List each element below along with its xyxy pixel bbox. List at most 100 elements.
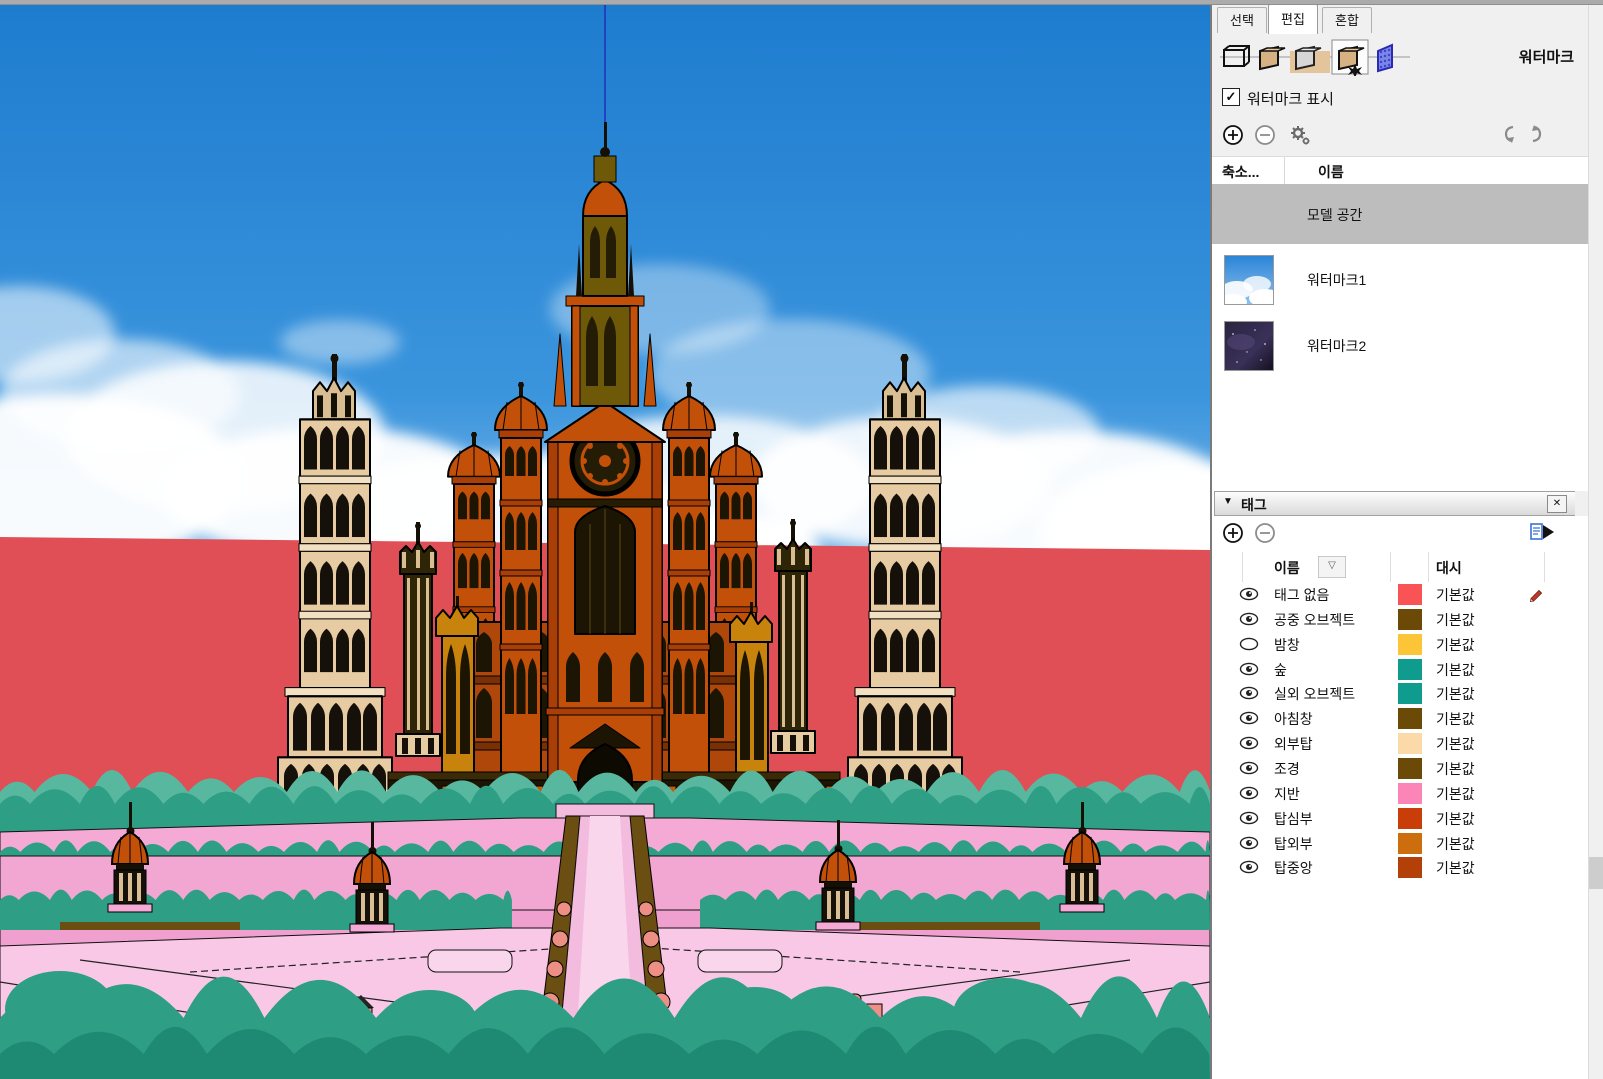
tag-name[interactable]: 아침창 bbox=[1274, 709, 1313, 729]
move-watermark-down-icon[interactable] bbox=[1502, 124, 1518, 144]
eye-visible-icon[interactable] bbox=[1239, 736, 1259, 753]
watermark-settings-gear-icon[interactable] bbox=[1288, 124, 1312, 148]
tag-name[interactable]: 밤창 bbox=[1274, 635, 1300, 655]
panel-scrollbar[interactable] bbox=[1588, 4, 1603, 1079]
tag-dash-value[interactable]: 기본값 bbox=[1436, 684, 1475, 704]
tab-mix[interactable]: 혼합 bbox=[1322, 7, 1372, 33]
eye-visible-icon[interactable] bbox=[1239, 711, 1259, 728]
eye-visible-icon[interactable] bbox=[1239, 860, 1259, 877]
tag-dash-value[interactable]: 기본값 bbox=[1436, 660, 1475, 680]
tag-dash-value[interactable]: 기본값 bbox=[1436, 858, 1475, 878]
tag-dash-value[interactable]: 기본값 bbox=[1436, 834, 1475, 854]
tag-color-swatch[interactable] bbox=[1398, 634, 1422, 655]
tags-panel-header[interactable]: ▼ 태그 ✕ bbox=[1214, 491, 1577, 516]
watermark2-thumbnail[interactable] bbox=[1224, 321, 1274, 371]
tag-color-swatch[interactable] bbox=[1398, 833, 1422, 854]
modeling-settings-icon[interactable] bbox=[1378, 45, 1392, 71]
face-settings-icon[interactable] bbox=[1260, 47, 1285, 69]
tag-dash-value[interactable]: 기본값 bbox=[1436, 585, 1475, 605]
tag-name[interactable]: 탑심부 bbox=[1274, 809, 1313, 829]
eye-visible-icon[interactable] bbox=[1239, 686, 1259, 703]
scrollbar-thumb[interactable] bbox=[1589, 857, 1603, 889]
eye-visible-icon[interactable] bbox=[1239, 587, 1259, 604]
eye-visible-icon[interactable] bbox=[1239, 761, 1259, 778]
pencil-edit-icon[interactable] bbox=[1528, 585, 1545, 605]
tag-row[interactable]: 아침창 기본값 bbox=[1212, 706, 1588, 731]
tag-row[interactable]: 밤창 기본값 bbox=[1212, 632, 1588, 657]
tag-dash-value[interactable]: 기본값 bbox=[1436, 635, 1475, 655]
eye-hidden-icon[interactable] bbox=[1239, 637, 1259, 654]
tag-row[interactable]: 탑심부 기본값 bbox=[1212, 806, 1588, 831]
tag-details-icon[interactable] bbox=[1530, 522, 1556, 542]
tags-list-header: 이름 ▽ 대시 bbox=[1212, 552, 1588, 583]
add-tag-button[interactable] bbox=[1222, 522, 1244, 544]
watermark-row-2[interactable]: 워터마크2 bbox=[1212, 318, 1588, 382]
move-watermark-up-icon[interactable] bbox=[1528, 124, 1544, 144]
eye-visible-icon[interactable] bbox=[1239, 811, 1259, 828]
tag-color-swatch[interactable] bbox=[1398, 659, 1422, 680]
eye-visible-icon[interactable] bbox=[1239, 786, 1259, 803]
tag-color-swatch[interactable] bbox=[1398, 708, 1422, 729]
tag-name[interactable]: 탑중앙 bbox=[1274, 858, 1313, 878]
tag-name[interactable]: 조경 bbox=[1274, 759, 1300, 779]
watermark-row-1[interactable]: 워터마크1 bbox=[1212, 252, 1588, 316]
column-name[interactable]: 이름 bbox=[1318, 162, 1344, 182]
eye-visible-icon[interactable] bbox=[1239, 662, 1259, 679]
tag-row[interactable]: 외부탑 기본값 bbox=[1212, 731, 1588, 756]
terrain-model[interactable] bbox=[0, 770, 1210, 1079]
collapse-triangle-icon[interactable]: ▼ bbox=[1223, 496, 1233, 507]
name-filter-icon[interactable]: ▽ bbox=[1318, 556, 1346, 578]
watermark-settings-icon[interactable] bbox=[1332, 40, 1368, 76]
show-watermark-checkbox[interactable]: ✓ bbox=[1222, 88, 1240, 106]
tags-column-dash[interactable]: 대시 bbox=[1436, 558, 1462, 578]
sketchup-window: { "styles_panel": { "tabs": [ {"label": … bbox=[0, 0, 1603, 1079]
tag-name[interactable]: 실외 오브젝트 bbox=[1274, 684, 1355, 704]
tag-row[interactable]: 숲 기본값 bbox=[1212, 657, 1588, 682]
tag-name[interactable]: 탑외부 bbox=[1274, 834, 1313, 854]
tag-color-swatch[interactable] bbox=[1398, 584, 1422, 605]
style-edit-toolbar: 워터마크 bbox=[1212, 33, 1588, 80]
edge-settings-icon[interactable] bbox=[1224, 46, 1249, 66]
tag-row[interactable]: 실외 오브젝트 기본값 bbox=[1212, 681, 1588, 706]
model-space-row[interactable]: 모델 공간 bbox=[1212, 184, 1588, 244]
tag-dash-value[interactable]: 기본값 bbox=[1436, 809, 1475, 829]
tab-select[interactable]: 선택 bbox=[1217, 7, 1267, 33]
tab-edit[interactable]: 편집 bbox=[1268, 4, 1318, 34]
tag-dash-value[interactable]: 기본값 bbox=[1436, 734, 1475, 754]
tag-row[interactable]: 조경 기본값 bbox=[1212, 756, 1588, 781]
tag-color-swatch[interactable] bbox=[1398, 808, 1422, 829]
remove-tag-button[interactable] bbox=[1254, 522, 1276, 544]
tag-color-swatch[interactable] bbox=[1398, 783, 1422, 804]
tag-dash-value[interactable]: 기본값 bbox=[1436, 759, 1475, 779]
model-viewport[interactable] bbox=[0, 4, 1212, 1079]
tag-row[interactable]: 탑중앙 기본값 bbox=[1212, 855, 1588, 880]
tag-color-swatch[interactable] bbox=[1398, 733, 1422, 754]
tag-row[interactable]: 태그 없음 기본값 bbox=[1212, 582, 1588, 607]
tag-color-swatch[interactable] bbox=[1398, 758, 1422, 779]
tag-name[interactable]: 외부탑 bbox=[1274, 734, 1313, 754]
tag-dash-value[interactable]: 기본값 bbox=[1436, 709, 1475, 729]
watermark1-thumbnail[interactable] bbox=[1224, 255, 1274, 305]
tag-name[interactable]: 공중 오브젝트 bbox=[1274, 610, 1355, 630]
tag-row[interactable]: 공중 오브젝트 기본값 bbox=[1212, 607, 1588, 632]
background-settings-icon[interactable] bbox=[1290, 47, 1330, 73]
eye-visible-icon[interactable] bbox=[1239, 612, 1259, 629]
tag-row[interactable]: 탑외부 기본값 bbox=[1212, 831, 1588, 856]
tags-close-button[interactable]: ✕ bbox=[1547, 495, 1567, 513]
column-thumb[interactable]: 축소... bbox=[1222, 162, 1259, 182]
tag-name[interactable]: 지반 bbox=[1274, 784, 1300, 804]
tag-dash-value[interactable]: 기본값 bbox=[1436, 784, 1475, 804]
watermark-controls bbox=[1212, 116, 1588, 156]
eye-visible-icon[interactable] bbox=[1239, 836, 1259, 853]
add-watermark-button[interactable] bbox=[1222, 124, 1244, 146]
tag-color-swatch[interactable] bbox=[1398, 683, 1422, 704]
tag-name[interactable]: 태그 없음 bbox=[1274, 585, 1329, 605]
tag-color-swatch[interactable] bbox=[1398, 857, 1422, 878]
watermark1-name: 워터마크1 bbox=[1307, 270, 1366, 290]
tag-color-swatch[interactable] bbox=[1398, 609, 1422, 630]
remove-watermark-button[interactable] bbox=[1254, 124, 1276, 146]
tag-dash-value[interactable]: 기본값 bbox=[1436, 610, 1475, 630]
tags-column-name[interactable]: 이름 bbox=[1274, 558, 1300, 578]
tag-row[interactable]: 지반 기본값 bbox=[1212, 781, 1588, 806]
tag-name[interactable]: 숲 bbox=[1274, 660, 1287, 680]
